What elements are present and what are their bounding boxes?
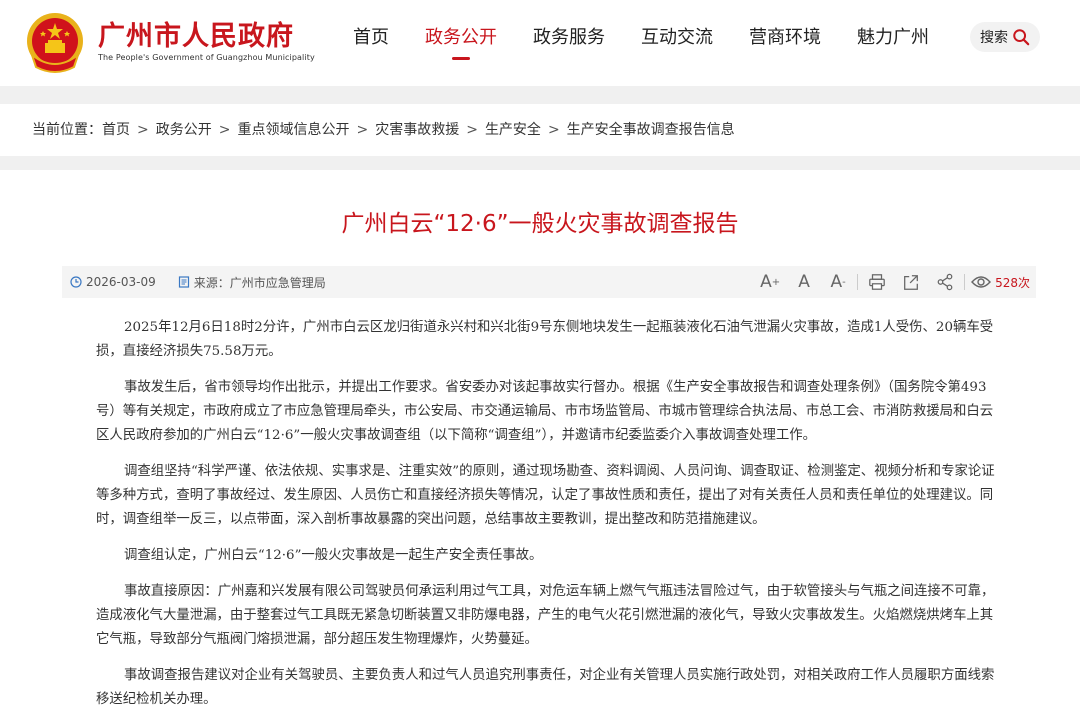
breadcrumb-item-production-safety[interactable]: 生产安全 bbox=[485, 122, 541, 138]
eye-icon bbox=[971, 276, 992, 288]
font-decrease-icon[interactable]: A- bbox=[821, 266, 855, 298]
nav-business-environment[interactable]: 营商环境 bbox=[731, 0, 839, 86]
breadcrumb-bar: 当前位置：首页 > 政务公开 > 重点领域信息公开 > 灾害事故救援 > 生产安全 > 生产安全事故… bbox=[0, 104, 1080, 156]
site-name[interactable]: 广州市人民政府 bbox=[98, 14, 294, 53]
site-name-english: The People's Government of Guangzhou Mun… bbox=[98, 53, 315, 62]
breadcrumb: 当前位置：首页 > 政务公开 > 重点领域信息公开 > 灾害事故救援 > 生产安全 > 生产安全事故… bbox=[32, 104, 735, 156]
breadcrumb-item-disaster-rescue[interactable]: 灾害事故救援 bbox=[375, 122, 459, 138]
article-paragraph: 事故直接原因：广州嘉和兴发展有限公司驾驶员何承运利用过气工具，对危运车辆上燃气气… bbox=[96, 584, 995, 647]
article-panel: 广州白云“12·6”一般火灾事故调查报告 2026-03-09 来源：广州市应急… bbox=[0, 170, 1080, 722]
breadcrumb-item-home[interactable]: 首页 bbox=[102, 122, 130, 138]
breadcrumb-prefix: 当前位置： bbox=[32, 122, 102, 138]
view-count: 528次 bbox=[967, 274, 1030, 291]
font-increase-icon[interactable]: A + bbox=[753, 266, 787, 298]
article-paragraph: 事故发生后，省市领导均作出批示，并提出工作要求。省安委办对该起事故实行督办。根据… bbox=[96, 380, 994, 443]
article-title: 广州白云“12·6”一般火灾事故调查报告 bbox=[341, 211, 739, 237]
site-header: 广州市人民政府 The People's Government of Guang… bbox=[0, 0, 1080, 86]
article-paragraph: 事故调查报告建议对企业有关驾驶员、主要负责人和过气人员追究刑事责任，对企业有关管… bbox=[96, 668, 995, 707]
breadcrumb-separator: > bbox=[466, 122, 478, 138]
breadcrumb-separator: > bbox=[218, 122, 231, 138]
breadcrumb-item-investigation-reports[interactable]: 生产安全事故调查报告信息 bbox=[567, 122, 735, 138]
article-meta: 2026-03-09 来源：广州市应急管理局 bbox=[70, 266, 326, 298]
document-icon bbox=[178, 276, 189, 288]
article-paragraph: 调查组坚持“科学严谨、依法依规、实事求是、注重实效”的原则，通过现场勘查、资料调… bbox=[96, 464, 995, 527]
breadcrumb-item-key-areas[interactable]: 重点领域信息公开 bbox=[237, 122, 349, 138]
toolbar-divider bbox=[964, 274, 966, 290]
view-count-value: 528次 bbox=[995, 275, 1030, 290]
search-icon bbox=[1013, 29, 1030, 46]
nav-government-services[interactable]: 政务服务 bbox=[515, 0, 623, 86]
share-out-icon[interactable] bbox=[894, 266, 928, 298]
print-icon[interactable] bbox=[860, 266, 894, 298]
breadcrumb-separator: > bbox=[137, 122, 149, 138]
nav-charm-guangzhou[interactable]: 魅力广州 bbox=[839, 0, 947, 86]
nav-government-affairs-disclosure[interactable]: 政务公开 bbox=[407, 0, 515, 86]
nav-interaction[interactable]: 互动交流 bbox=[623, 0, 731, 86]
clock-icon bbox=[70, 276, 82, 288]
breadcrumb-item-disclosure[interactable]: 政务公开 bbox=[156, 122, 212, 138]
article-toolbar: A + A A- 528次 bbox=[753, 266, 1030, 298]
national-emblem-icon[interactable] bbox=[24, 11, 86, 75]
toolbar-divider bbox=[857, 274, 859, 290]
publish-date: 2026-03-09 bbox=[86, 275, 156, 289]
breadcrumb-separator: > bbox=[356, 122, 369, 138]
article-meta-bar: 2026-03-09 来源：广州市应急管理局 A + A A- 528次 bbox=[62, 266, 1036, 298]
share-icon[interactable] bbox=[928, 266, 962, 298]
article-paragraph: 调查组认定，广州白云“12·6”一般火灾事故是一起生产安全责任事故。 bbox=[124, 548, 543, 563]
search-button[interactable]: 搜索 bbox=[970, 22, 1040, 52]
search-label: 搜索 bbox=[980, 30, 1008, 46]
font-reset-icon[interactable]: A bbox=[787, 266, 821, 298]
main-nav: 首页 政务公开 政务服务 互动交流 营商环境 魅力广州 bbox=[335, 0, 947, 86]
article-paragraph: 2025年12月6日18时2分许，广州市白云区龙归街道永兴村和兴北街9号东侧地块… bbox=[96, 320, 994, 359]
article-body: 2025年12月6日18时2分许，广州市白云区龙归街道永兴村和兴北街9号东侧地块… bbox=[96, 316, 996, 722]
nav-home[interactable]: 首页 bbox=[335, 0, 407, 86]
article-source: 来源：广州市应急管理局 bbox=[193, 275, 326, 290]
breadcrumb-separator: > bbox=[547, 122, 560, 138]
